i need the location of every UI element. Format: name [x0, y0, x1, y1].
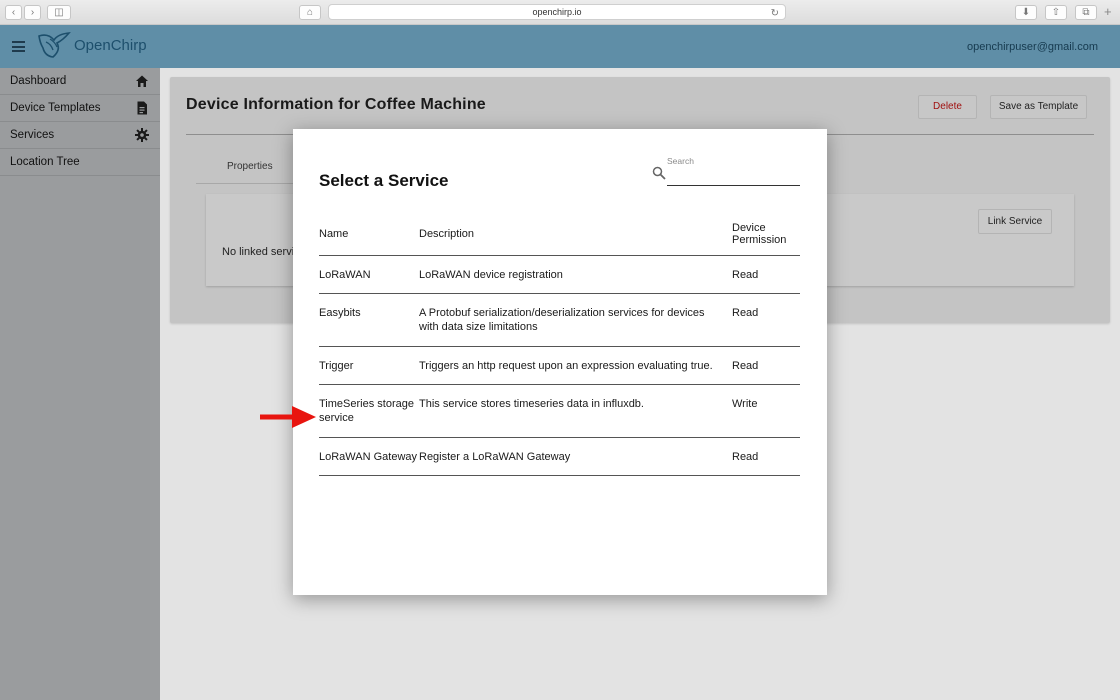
- user-email[interactable]: openchirpuser@gmail.com: [967, 41, 1098, 53]
- back-button[interactable]: ‹: [5, 5, 22, 20]
- service-description: A Protobuf serialization/deserialization…: [419, 293, 732, 347]
- service-name: LoRaWAN Gateway: [319, 437, 419, 476]
- home-button[interactable]: ⌂: [299, 5, 321, 20]
- hamburger-menu-icon[interactable]: [12, 41, 25, 52]
- table-row[interactable]: LoRaWAN Gateway Register a LoRaWAN Gatew…: [319, 437, 800, 476]
- service-permission: Read: [732, 255, 800, 294]
- service-description: This service stores timeseries data in i…: [419, 384, 732, 438]
- service-description: Register a LoRaWAN Gateway: [419, 437, 732, 476]
- column-header-name: Name: [319, 213, 419, 256]
- select-service-dialog: Select a Service Search Name Description…: [293, 129, 827, 595]
- openchirp-logo-icon: [38, 32, 71, 58]
- browser-toolbar: ‹ › ◫ ⌂ openchirp.io ↻ ⬇ ⇧ ⧉ +: [0, 0, 1120, 25]
- table-row[interactable]: TimeSeries storage service This service …: [319, 384, 800, 438]
- tabs-button[interactable]: ⧉: [1075, 5, 1097, 20]
- table-row[interactable]: LoRaWAN LoRaWAN device registration Read: [319, 255, 800, 294]
- column-header-permission-line2: Permission: [732, 233, 787, 246]
- service-permission: Read: [732, 346, 800, 385]
- search-icon: [652, 166, 666, 180]
- service-name: Trigger: [319, 346, 419, 385]
- forward-button[interactable]: ›: [24, 5, 41, 20]
- table-row[interactable]: Trigger Triggers an http request upon an…: [319, 346, 800, 385]
- service-description: Triggers an http request upon an express…: [419, 346, 732, 385]
- reload-icon[interactable]: ↻: [771, 6, 779, 21]
- column-header-description: Description: [419, 213, 732, 256]
- table-row[interactable]: Easybits A Protobuf serialization/deseri…: [319, 293, 800, 347]
- service-name: TimeSeries storage service: [319, 384, 419, 438]
- dialog-title: Select a Service: [319, 171, 449, 190]
- brand-name[interactable]: OpenChirp: [74, 37, 147, 54]
- url-text: openchirp.io: [532, 7, 582, 17]
- service-permission: Write: [732, 384, 800, 438]
- service-permission: Read: [732, 293, 800, 347]
- address-bar[interactable]: openchirp.io ↻: [328, 4, 786, 20]
- red-arrow-icon: [260, 406, 316, 428]
- service-name: Easybits: [319, 293, 419, 347]
- column-header-permission-line1: Device: [732, 221, 766, 234]
- app-header: OpenChirp openchirpuser@gmail.com: [0, 25, 1120, 68]
- service-name: LoRaWAN: [319, 255, 419, 294]
- share-button[interactable]: ⇧: [1045, 5, 1067, 20]
- service-description: LoRaWAN device registration: [419, 255, 732, 294]
- column-header-permission: Device Permission: [732, 213, 800, 256]
- new-tab-button[interactable]: +: [1104, 4, 1112, 19]
- search-input[interactable]: [667, 167, 800, 186]
- sidebar-toggle-button[interactable]: ◫: [47, 5, 71, 20]
- service-permission: Read: [732, 437, 800, 476]
- downloads-button[interactable]: ⬇: [1015, 5, 1037, 20]
- search-label: Search: [667, 156, 694, 166]
- services-table: Name Description Device Permission LoRaW…: [319, 213, 800, 476]
- table-header-row: Name Description Device Permission: [319, 213, 800, 256]
